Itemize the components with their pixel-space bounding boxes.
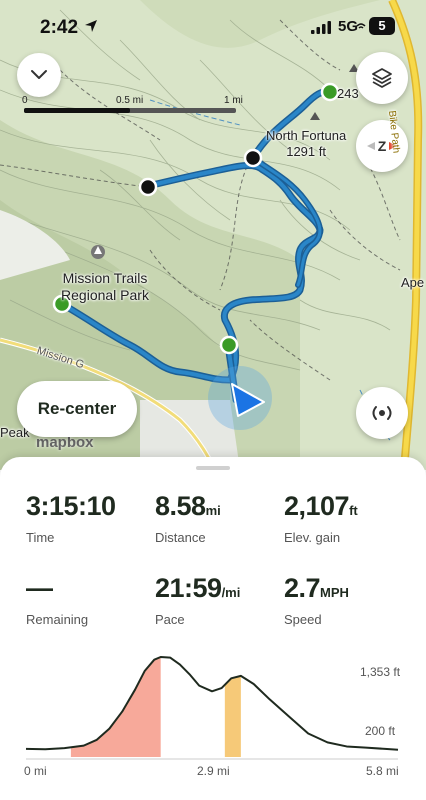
elevation-max-label: 1,353 ft	[360, 665, 401, 679]
distance-end-label: 5.8 mi	[366, 764, 399, 778]
map-layers-button[interactable]	[356, 52, 408, 104]
stat-unit: /mi	[221, 585, 241, 600]
waypoint-marker[interactable]	[219, 335, 239, 355]
recenter-button[interactable]: Re-center	[17, 381, 137, 437]
network-type: 5G	[338, 18, 359, 35]
stats-sheet: 3:15:10 Time 8.58mi Distance 2,107ft Ele…	[0, 457, 426, 800]
peak-elevation: 1291 ft	[286, 144, 326, 159]
stat-label: Speed	[284, 612, 322, 627]
status-bar: 2:42 5G 5	[0, 0, 426, 52]
layers-icon	[372, 68, 392, 88]
collapse-button[interactable]	[17, 53, 61, 97]
signal-icon	[311, 21, 331, 34]
stat-time: 3:15:10 Time	[26, 491, 116, 545]
stat-label: Elev. gain	[284, 530, 341, 545]
stat-value: 8.58	[155, 491, 206, 521]
stat-label: Distance	[155, 530, 206, 545]
waypoint-marker-black[interactable]	[138, 177, 158, 197]
waypoint-marker-black[interactable]	[243, 148, 263, 168]
stat-unit: MPH	[320, 585, 349, 600]
scale-label-start: 0	[22, 95, 28, 106]
stat-value: 3:15:10	[26, 491, 116, 521]
stat-elevation-gain: 2,107ft Elev. gain	[284, 491, 358, 545]
svg-text:Z: Z	[378, 138, 387, 154]
distance-mid-label: 2.9 mi	[197, 764, 230, 778]
peak-name: North Fortuna	[266, 128, 347, 143]
stat-label: Remaining	[26, 612, 89, 627]
stat-value: —	[26, 573, 53, 603]
stat-value: 2,107	[284, 491, 350, 521]
elevation-min-label: 200 ft	[365, 724, 396, 738]
park-label: Mission Trails Regional Park	[61, 270, 149, 303]
stat-remaining: — Remaining	[26, 573, 88, 627]
stat-value: 21:59	[155, 573, 222, 603]
highlight-segment	[224, 675, 241, 757]
elevation-line	[25, 656, 399, 751]
climb-segment	[70, 657, 161, 757]
battery-icon: 5	[369, 17, 395, 35]
peak-triangle-icon	[310, 112, 320, 120]
stat-label: Pace	[155, 612, 185, 627]
stat-unit: ft	[349, 503, 358, 518]
waypoint-marker[interactable]	[320, 82, 340, 102]
elevation-profile[interactable]: 1,353 ft 200 ft 0 mi 2.9 mi 5.8 mi	[0, 649, 426, 800]
stat-label: Time	[26, 530, 55, 545]
stat-value: 2.7	[284, 573, 321, 603]
scale-bar: 0 0.5 mi 1 mi	[22, 95, 244, 117]
distance-start-label: 0 mi	[24, 764, 47, 778]
stat-distance: 8.58mi Distance	[155, 491, 221, 545]
chevron-down-icon	[31, 70, 47, 79]
peak-label: North Fortuna 1291 ft	[266, 128, 346, 160]
sheet-drag-handle[interactable]	[196, 466, 230, 470]
stat-pace: 21:59/mi Pace	[155, 573, 240, 627]
map-view[interactable]: 2:42 5G 5 Z 0 0.5 mi 1 mi Mission Trails…	[0, 0, 426, 470]
location-arrow-icon	[85, 20, 97, 32]
stat-speed: 2.7MPH Speed	[284, 573, 349, 627]
scale-label-end: 1 mi	[224, 95, 243, 106]
peak-label-partial: 243	[337, 86, 359, 101]
scale-line	[24, 108, 236, 113]
broadcast-icon	[372, 406, 392, 420]
place-label-partial: Ape	[401, 275, 425, 290]
scale-label-mid: 0.5 mi	[116, 95, 144, 106]
status-time: 2:42	[40, 17, 79, 38]
stat-unit: mi	[205, 503, 221, 518]
broadcast-button[interactable]	[356, 387, 408, 439]
wifi-icon	[356, 23, 366, 29]
